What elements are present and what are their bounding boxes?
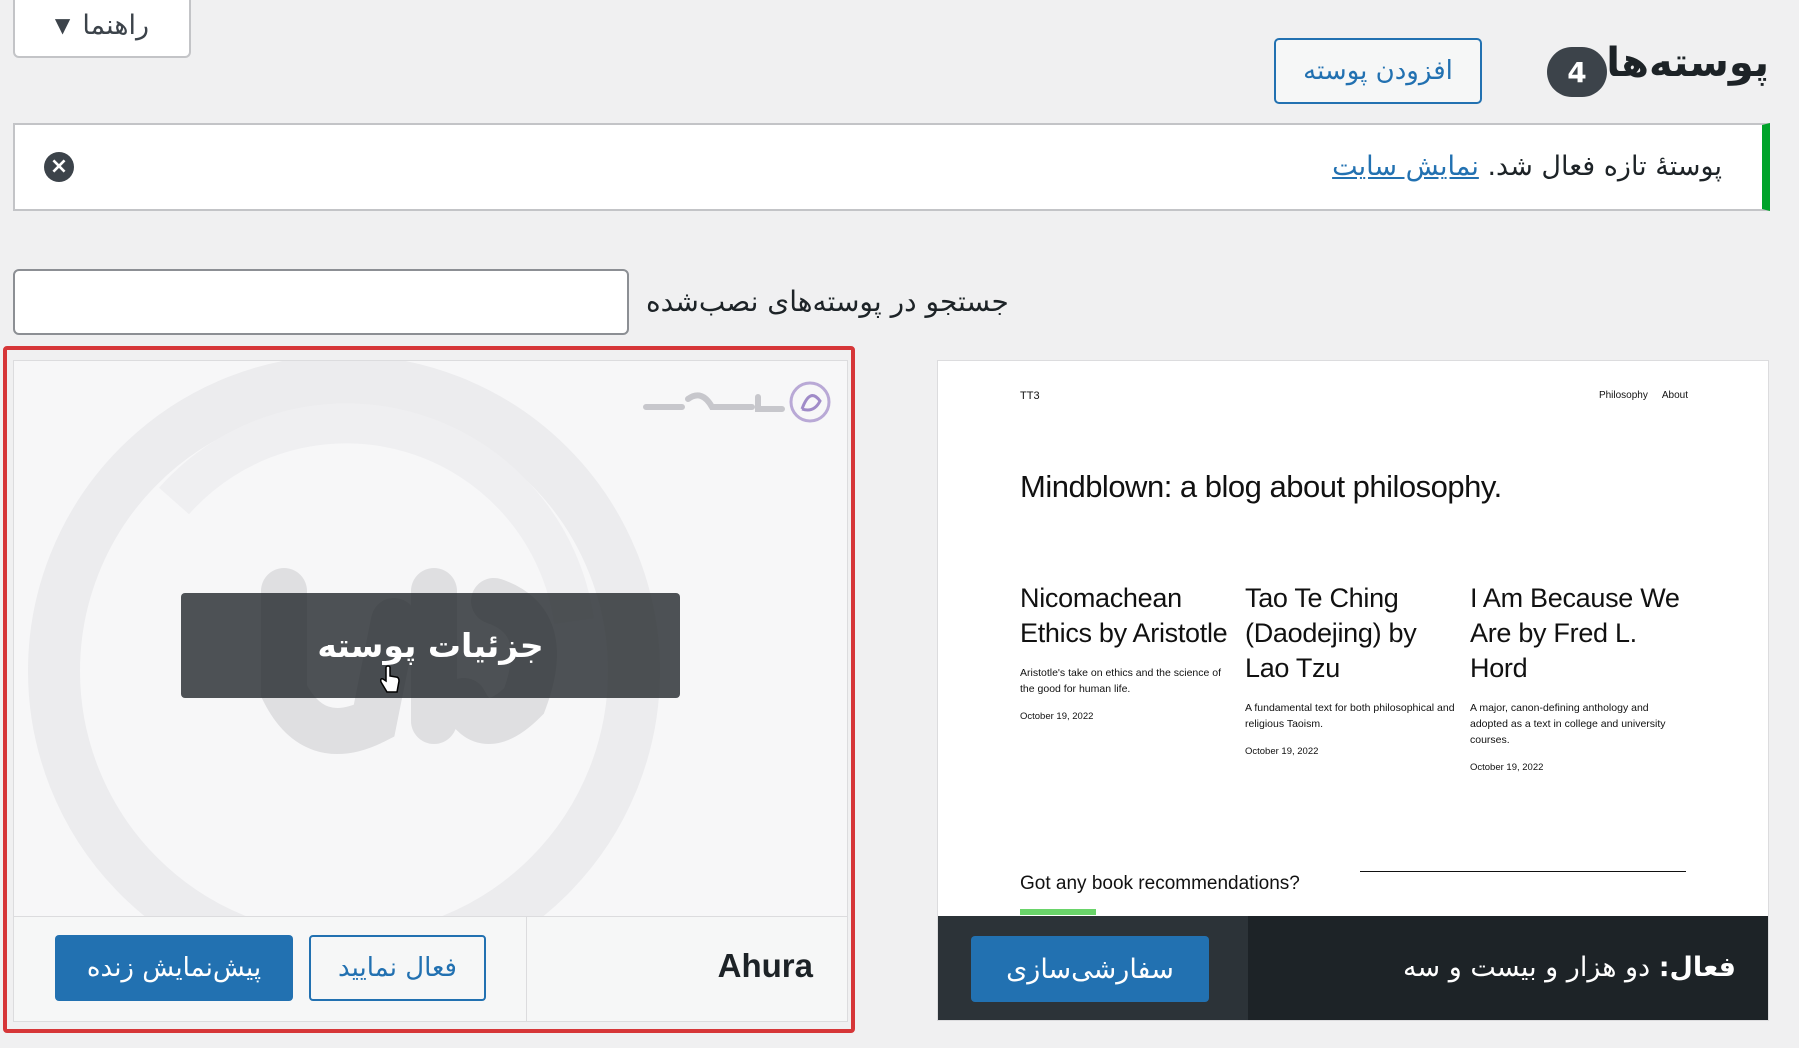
preview-nav: Philosophy About xyxy=(1599,390,1688,401)
preview-post-date: October 19, 2022 xyxy=(1245,746,1319,757)
highlight-outline xyxy=(3,346,855,1033)
theme-count-badge: 4 xyxy=(1547,47,1607,97)
help-tab[interactable]: راهنما ▼ xyxy=(13,0,191,58)
theme-screenshot: TT3 Philosophy About Mindblown: a blog a… xyxy=(938,361,1768,916)
preview-hero: Mindblown: a blog about philosophy. xyxy=(1020,469,1502,504)
preview-post: I Am Because We Are by Fred L. Hord A ma… xyxy=(1470,581,1685,773)
preview-post-title: Nicomachean Ethics by Aristotle xyxy=(1020,583,1228,648)
preview-nav-item: About xyxy=(1661,390,1688,401)
theme-card-active[interactable]: TT3 Philosophy About Mindblown: a blog a… xyxy=(937,360,1769,1021)
notice-text: پوستهٔ تازه فعال شد. نمایش سایت xyxy=(1332,151,1722,182)
preview-post: Nicomachean Ethics by Aristotle Aristotl… xyxy=(1020,581,1235,722)
preview-post-desc: A fundamental text for both philosophica… xyxy=(1245,702,1455,730)
preview-site-name: TT3 xyxy=(1020,390,1040,402)
customize-button[interactable]: سفارشی‌سازی xyxy=(971,936,1209,1002)
active-status-label: فعال: xyxy=(1658,952,1736,983)
preview-post-desc: A major, canon-defining anthology and ad… xyxy=(1470,702,1666,746)
dismiss-notice-icon[interactable]: × xyxy=(44,152,74,182)
preview-post-desc: Aristotle's take on ethics and the scien… xyxy=(1020,667,1222,695)
active-theme-footer: فعال: دو هزار و بیست و سه سفارشی‌سازی xyxy=(938,916,1768,1020)
page-title: پوسته‌ها xyxy=(1606,40,1769,86)
preview-accent-bar xyxy=(1020,909,1096,915)
preview-divider xyxy=(1360,871,1686,872)
preview-post-date: October 19, 2022 xyxy=(1470,762,1544,773)
preview-post-date: October 19, 2022 xyxy=(1020,711,1094,722)
preview-question: Got any book recommendations? xyxy=(1020,873,1300,894)
success-notice: پوستهٔ تازه فعال شد. نمایش سایت xyxy=(13,123,1770,211)
preview-nav-item: Philosophy xyxy=(1598,390,1648,401)
preview-post-title: Tao Te Ching (Daodejing) by Lao Tzu xyxy=(1245,583,1417,683)
help-tab-label: راهنما xyxy=(82,9,150,41)
active-theme-label: فعال: دو هزار و بیست و سه xyxy=(1403,952,1736,983)
view-site-link[interactable]: نمایش سایت xyxy=(1332,151,1479,182)
add-theme-button[interactable]: افزودن پوسته xyxy=(1274,38,1482,104)
notice-message: پوستهٔ تازه فعال شد. xyxy=(1487,151,1722,182)
preview-post: Tao Te Ching (Daodejing) by Lao Tzu A fu… xyxy=(1245,581,1460,757)
caret-down-icon: ▼ xyxy=(54,13,71,37)
active-theme-name: دو هزار و بیست و سه xyxy=(1403,952,1651,983)
search-input[interactable] xyxy=(13,269,629,335)
search-label: جستجو در پوسته‌های نصب‌شده xyxy=(646,285,1009,318)
preview-post-title: I Am Because We Are by Fred L. Hord xyxy=(1470,583,1680,683)
